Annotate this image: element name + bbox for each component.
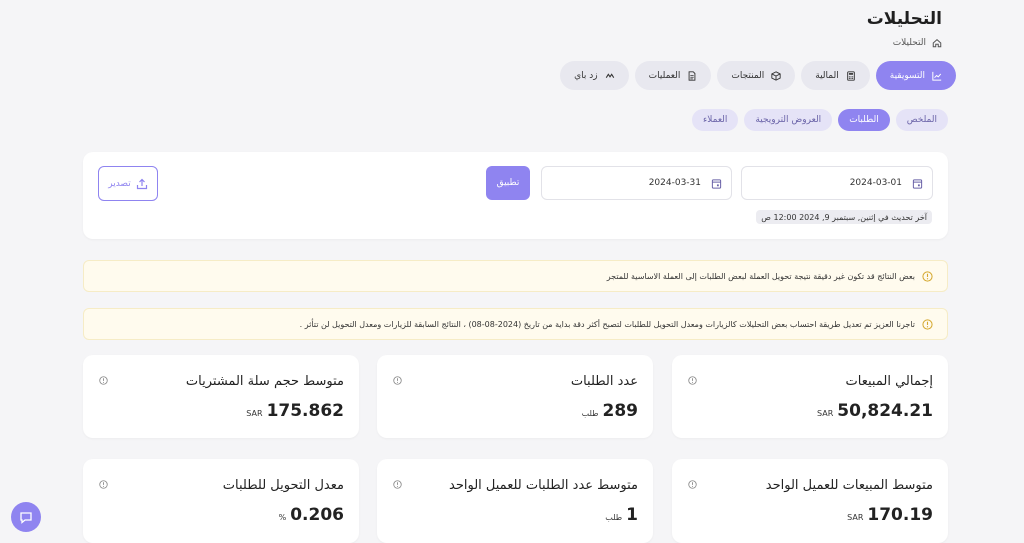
stat-unit: % xyxy=(278,513,287,522)
tab-label: المنتجات xyxy=(731,70,765,81)
stat-value-group: % 0.206 xyxy=(279,505,344,525)
info-icon[interactable] xyxy=(393,480,402,489)
chat-icon xyxy=(20,512,32,524)
stat-value-group: SAR 175.862 xyxy=(246,401,344,421)
chart-line-icon xyxy=(932,71,942,81)
tab-label: العمليات xyxy=(648,70,681,81)
calendar-icon xyxy=(912,178,923,189)
tab-label: المالية xyxy=(815,70,839,81)
stat-card-avg-sales-per-customer: متوسط المبيعات للعميل الواحد SAR 170.19 xyxy=(672,459,948,543)
stat-value: 175.862 xyxy=(266,401,344,421)
sub-tabs: الملخص الطلبات العروض الترويجية العملاء xyxy=(692,109,948,131)
stat-title: إجمالي المبيعات xyxy=(845,374,933,389)
info-icon xyxy=(922,318,933,330)
stat-value-group: SAR 50,824.21 xyxy=(817,401,933,421)
page-title: التحليلات xyxy=(866,9,942,29)
notice-calculation: تاجرنا العزيز تم تعديل طريقة احتساب بعض … xyxy=(83,308,948,340)
info-icon[interactable] xyxy=(99,376,108,385)
info-icon[interactable] xyxy=(688,376,697,385)
breadcrumb-current: التحليلات xyxy=(892,38,926,48)
notice-text: بعض النتائج قد تكون غير دقيقة نتيجة تحوي… xyxy=(606,271,915,281)
notice-text: تاجرنا العزيز تم تعديل طريقة احتساب بعض … xyxy=(299,319,915,329)
stat-unit: SAR xyxy=(817,409,834,418)
tab-operations[interactable]: العمليات xyxy=(634,61,712,90)
box-icon xyxy=(771,70,781,81)
stat-title: متوسط حجم سلة المشتريات xyxy=(185,374,344,389)
stat-value: 1 xyxy=(626,505,638,525)
info-icon[interactable] xyxy=(688,480,697,489)
end-date-value: 2024-03-31 xyxy=(648,178,701,188)
start-date-field[interactable]: 2024-03-01 xyxy=(741,166,933,200)
stat-value: 0.206 xyxy=(290,505,344,525)
breadcrumb: التحليلات xyxy=(893,38,942,48)
stat-title: متوسط المبيعات للعميل الواحد xyxy=(765,478,933,493)
stat-title: معدل التحويل للطلبات xyxy=(222,478,344,493)
stat-unit: SAR xyxy=(847,513,864,522)
tab-label: التسويقية xyxy=(889,70,925,81)
stat-unit: طلب xyxy=(581,409,599,418)
chat-support-button[interactable] xyxy=(11,502,41,532)
export-button[interactable]: تصدير xyxy=(98,166,158,201)
tab-finance[interactable]: المالية xyxy=(801,61,870,90)
stat-title: عدد الطلبات xyxy=(570,374,638,389)
stat-value-group: طلب 289 xyxy=(582,401,638,421)
subtab-orders[interactable]: الطلبات xyxy=(838,109,890,131)
stat-value: 170.19 xyxy=(867,505,933,525)
info-icon[interactable] xyxy=(99,480,108,489)
document-icon xyxy=(688,70,696,81)
stat-value: 289 xyxy=(602,401,639,421)
tab-marketing[interactable]: التسويقية xyxy=(875,61,956,90)
stat-card-avg-basket: متوسط حجم سلة المشتريات SAR 175.862 xyxy=(83,355,359,438)
stat-unit: طلب xyxy=(605,513,623,522)
stat-value: 50,824.21 xyxy=(837,401,933,421)
export-icon xyxy=(136,178,147,189)
zid-pay-icon xyxy=(605,72,614,78)
last-update-badge: آخر تحديث في إثنين, سبتمبر 9, 2024 12:00… xyxy=(756,210,932,224)
stat-card-conversion-rate: معدل التحويل للطلبات % 0.206 xyxy=(83,459,359,543)
home-icon[interactable] xyxy=(932,38,942,48)
stat-title: متوسط عدد الطلبات للعميل الواحد xyxy=(449,478,638,493)
stat-value-group: SAR 170.19 xyxy=(847,505,933,525)
info-icon xyxy=(922,270,933,282)
filter-card: 2024-03-01 2024-03-31 تطبيق تصدير آخر تح… xyxy=(83,152,948,239)
apply-button[interactable]: تطبيق xyxy=(486,166,530,200)
tab-zid-pay[interactable]: زد باي xyxy=(560,61,629,90)
subtab-promotions[interactable]: العروض الترويجية xyxy=(744,109,833,131)
start-date-value: 2024-03-01 xyxy=(849,178,902,188)
stat-value-group: طلب 1 xyxy=(605,505,638,525)
stat-card-orders-count: عدد الطلبات طلب 289 xyxy=(377,355,653,438)
notice-currency: بعض النتائج قد تكون غير دقيقة نتيجة تحوي… xyxy=(83,260,948,292)
subtab-summary[interactable]: الملخص xyxy=(895,109,948,131)
stat-card-avg-orders-per-customer: متوسط عدد الطلبات للعميل الواحد طلب 1 xyxy=(377,459,653,543)
tab-products[interactable]: المنتجات xyxy=(717,61,796,90)
tab-label: زد باي xyxy=(574,70,598,81)
main-tabs: التسويقية المالية المنتجات العمليات زد ب… xyxy=(560,61,956,90)
calculator-icon xyxy=(846,70,855,81)
info-icon[interactable] xyxy=(393,376,402,385)
calendar-icon xyxy=(711,178,722,189)
stat-card-total-sales: إجمالي المبيعات SAR 50,824.21 xyxy=(672,355,948,438)
subtab-customers[interactable]: العملاء xyxy=(692,109,739,131)
stat-unit: SAR xyxy=(246,409,263,418)
export-label: تصدير xyxy=(108,178,131,189)
end-date-field[interactable]: 2024-03-31 xyxy=(541,166,732,200)
